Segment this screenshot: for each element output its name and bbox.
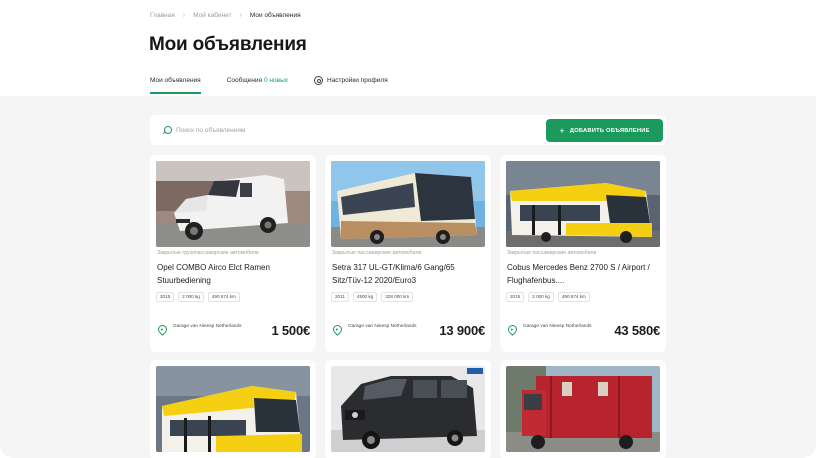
gear-icon: [314, 76, 323, 85]
breadcrumb-separator-icon: ›: [182, 12, 186, 19]
breadcrumb-separator-icon: ›: [239, 12, 242, 19]
black-van-photo[interactable]: [331, 366, 485, 452]
listing-location: Garage van Nieesp Netherlands: [523, 324, 592, 329]
tag-weight: 4500 kg: [352, 292, 378, 302]
listing-card[interactable]: [325, 360, 491, 458]
airport-bus-image: [506, 161, 660, 247]
airport-bus-photo[interactable]: [506, 161, 660, 247]
tag-mileage: 490 574 km: [207, 292, 240, 302]
plus-icon: +: [559, 125, 565, 136]
search-icon: [164, 126, 172, 134]
listing-tags: 2015 2 000 kg 490 574 km: [156, 292, 244, 302]
header-area: Главная › Мой кабинет › Мои объявления М…: [0, 0, 816, 96]
listing-location: Garage van Nieesp Netherlands: [348, 324, 417, 329]
airport-bus-photo-2[interactable]: [156, 366, 310, 452]
breadcrumb-home[interactable]: Главная: [150, 12, 175, 19]
listing-category: Закрытые пассажирские автомобили: [507, 250, 597, 256]
coach-bus-photo[interactable]: [331, 161, 485, 247]
tab-label: Сообщения: [226, 77, 262, 84]
tag-weight: 2 000 kg: [178, 292, 204, 302]
tab-profile-settings[interactable]: Настройки профиля: [314, 76, 388, 94]
tag-weight: 2 000 kg: [528, 292, 554, 302]
listing-card[interactable]: [150, 360, 316, 458]
listing-title[interactable]: Setra 317 UL-GT/Klima/6 Gang/65 Sitz/Tüv…: [332, 262, 484, 287]
listing-price: 13 900€: [439, 323, 485, 338]
listing-category: Закрытые грузопассажирские автомобили: [157, 250, 259, 256]
add-listing-label: ДОБАВИТЬ ОБЪЯВЛЕНИЕ: [569, 127, 650, 134]
listing-location: Garage van Nieesp Netherlands: [173, 324, 242, 329]
tabs: Мои объявления Сообщения 0 новых Настрой…: [150, 76, 414, 94]
listing-price: 43 580€: [614, 323, 660, 338]
tag-mileage: 328 000 km: [381, 292, 414, 302]
black-van-image: [331, 366, 485, 452]
white-van-image: [156, 161, 310, 247]
tab-label: Мои объявления: [150, 77, 201, 84]
listing-tags: 2011 4500 kg 328 000 km: [331, 292, 417, 302]
listing-title[interactable]: Opel COMBO Airco Elct Ramen Stuurbedieni…: [157, 262, 309, 287]
tag-mileage: 490 574 km: [557, 292, 590, 302]
location-pin-icon: [331, 323, 344, 336]
red-truck-photo[interactable]: [506, 366, 660, 452]
listing-card[interactable]: Закрытые пассажирские автомобили Cobus M…: [500, 155, 666, 352]
white-van-photo[interactable]: [156, 161, 310, 247]
tag-year: 2015: [506, 292, 525, 302]
tag-year: 2015: [156, 292, 175, 302]
listing-card[interactable]: Закрытые грузопассажирские автомобили Op…: [150, 155, 316, 352]
page-frame: Главная › Мой кабинет › Мои объявления М…: [0, 0, 816, 458]
unread-badge: 0 новых: [263, 77, 288, 84]
red-truck-image: [506, 366, 660, 452]
airport-bus-image: [156, 366, 310, 452]
page-title: Мои объявления: [149, 34, 307, 55]
tab-messages[interactable]: Сообщения 0 новых: [227, 77, 288, 94]
tab-label: Настройки профиля: [327, 77, 388, 84]
location-pin-icon: [156, 323, 169, 336]
breadcrumb: Главная › Мой кабинет › Мои объявления: [150, 12, 301, 19]
listing-category: Закрытые пассажирские автомобили: [332, 250, 422, 256]
tag-year: 2011: [331, 292, 349, 302]
listing-title[interactable]: Cobus Mercedes Benz 2700 S / Airport / F…: [507, 262, 659, 287]
breadcrumb-cabinet[interactable]: Мой кабинет: [193, 12, 231, 19]
listing-card[interactable]: [500, 360, 666, 458]
coach-bus-image: [331, 161, 485, 247]
breadcrumb-current: Мои объявления: [249, 12, 301, 19]
add-listing-button[interactable]: + ДОБАВИТЬ ОБЪЯВЛЕНИЕ: [546, 119, 663, 142]
tab-my-listings[interactable]: Мои объявления: [150, 77, 201, 94]
listing-card[interactable]: Закрытые пассажирские автомобили Setra 3…: [325, 155, 491, 352]
listing-tags: 2015 2 000 kg 490 574 km: [506, 292, 594, 302]
listing-price: 1 500€: [271, 323, 310, 338]
search-input[interactable]: [176, 122, 536, 138]
location-pin-icon: [506, 323, 519, 336]
